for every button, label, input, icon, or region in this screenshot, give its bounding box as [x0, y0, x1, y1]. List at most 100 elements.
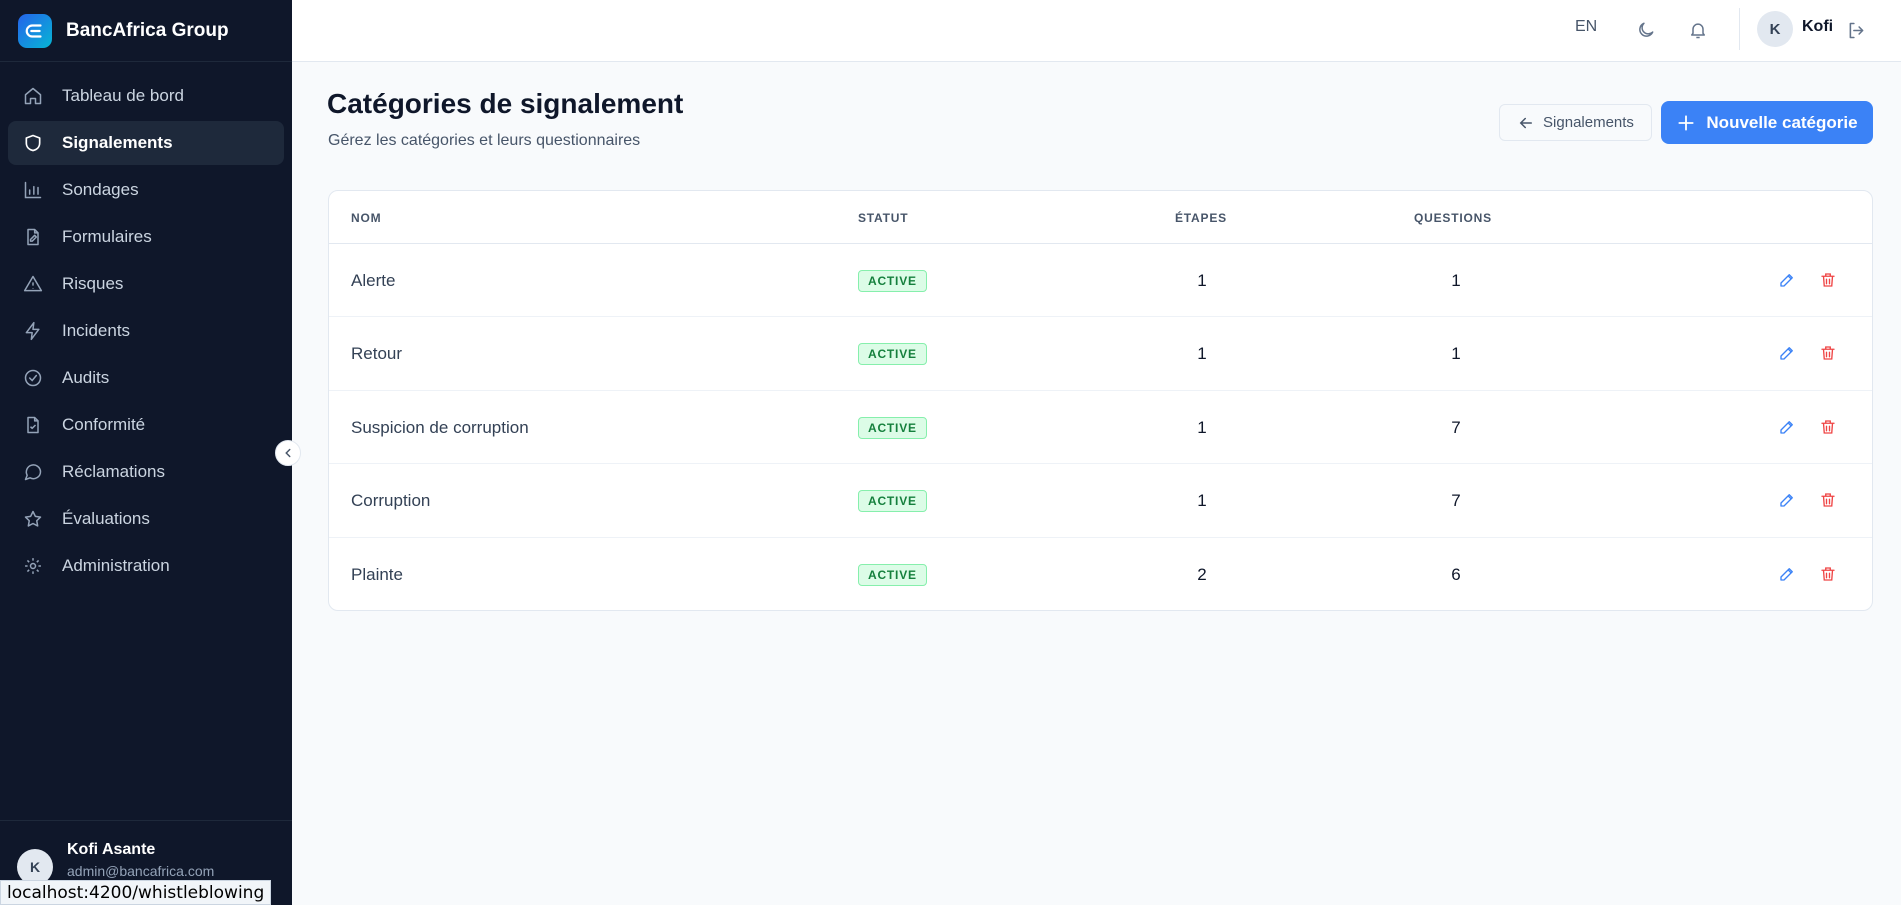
category-name: Suspicion de corruption: [351, 417, 529, 437]
top-bar: EN K Kofi: [292, 0, 1901, 62]
steps-count: 1: [1197, 271, 1207, 290]
sidebar-item-label: Conformité: [62, 415, 146, 434]
sidebar-item-audits[interactable]: Audits: [8, 356, 284, 400]
sidebar-item-conformite[interactable]: Conformité: [8, 403, 284, 447]
status-badge: ACTIVE: [858, 416, 927, 439]
column-header-status: STATUT: [858, 211, 909, 225]
sidebar-item-incidents[interactable]: Incidents: [8, 309, 284, 353]
home-icon: [22, 85, 44, 107]
sidebar-item-sondages[interactable]: Sondages: [8, 168, 284, 212]
column-header-steps: ÉTAPES: [1175, 211, 1227, 225]
category-name: Alerte: [351, 271, 396, 290]
categories-table: NOM STATUT ÉTAPES QUESTIONS Alerte ACTIV…: [328, 190, 1873, 611]
gear-icon: [22, 555, 44, 577]
questions-count: 1: [1451, 271, 1461, 290]
language-toggle[interactable]: EN: [1575, 18, 1597, 36]
plus-icon: [1678, 114, 1694, 131]
category-name: Corruption: [351, 491, 431, 511]
table-row: Alerte ACTIVE 1 1: [329, 244, 1872, 318]
sidebar-nav: Tableau de bord Signalements Sondages Fo…: [0, 62, 292, 588]
chevron-left-icon: [285, 448, 291, 458]
edit-icon[interactable]: [1775, 268, 1799, 292]
trash-icon[interactable]: [1816, 268, 1840, 292]
sidebar-item-label: Évaluations: [62, 509, 150, 528]
table-row: Plainte ACTIVE 2 6: [329, 538, 1872, 610]
sidebar-collapse-button[interactable]: [275, 440, 301, 466]
sidebar-item-administration[interactable]: Administration: [8, 544, 284, 588]
questions-count: 6: [1451, 564, 1461, 584]
sidebar-item-dashboard[interactable]: Tableau de bord: [8, 74, 284, 118]
sidebar-item-label: Formulaires: [62, 227, 152, 246]
brand-logo-icon: [18, 13, 52, 48]
check-circle-icon: [22, 367, 44, 389]
table-row: Corruption ACTIVE 1 7: [329, 464, 1872, 538]
questions-count: 7: [1451, 491, 1461, 511]
back-to-signalements-button[interactable]: Signalements: [1499, 104, 1652, 141]
header-divider: [1739, 8, 1740, 50]
file-edit-icon: [22, 226, 44, 248]
steps-count: 1: [1197, 344, 1207, 364]
steps-count: 1: [1197, 491, 1207, 511]
trash-icon[interactable]: [1816, 341, 1840, 365]
file-check-icon: [22, 414, 44, 436]
status-bar-url: localhost:4200/whistleblowing: [0, 880, 272, 905]
status-badge: ACTIVE: [858, 490, 927, 513]
status-badge: ACTIVE: [858, 270, 927, 292]
sidebar-item-label: Tableau de bord: [62, 86, 184, 105]
new-category-label: Nouvelle catégorie: [1706, 112, 1858, 132]
new-category-button[interactable]: Nouvelle catégorie: [1661, 101, 1873, 144]
bell-icon[interactable]: [1685, 17, 1711, 43]
logout-icon[interactable]: [1843, 17, 1869, 43]
shield-icon: [22, 132, 44, 154]
status-badge: ACTIVE: [858, 343, 927, 366]
back-button-label: Signalements: [1543, 114, 1634, 131]
category-name: Retour: [351, 344, 403, 364]
sidebar-item-formulaires[interactable]: Formulaires: [8, 215, 284, 259]
sidebar-item-evaluations[interactable]: Évaluations: [8, 497, 284, 541]
user-email: admin@bancafrica.com: [67, 863, 215, 879]
user-name: Kofi Asante: [67, 841, 156, 858]
sidebar: BancAfrica Group Tableau de bord Signale…: [0, 0, 292, 905]
zap-icon: [22, 320, 44, 342]
sidebar-item-label: Incidents: [62, 321, 131, 340]
brand[interactable]: BancAfrica Group: [0, 0, 292, 62]
sidebar-item-label: Audits: [62, 368, 110, 387]
sidebar-item-label: Administration: [62, 556, 170, 575]
avatar[interactable]: K: [1757, 11, 1793, 47]
edit-icon[interactable]: [1775, 562, 1799, 586]
arrow-left-icon: [1519, 117, 1533, 128]
questions-count: 1: [1451, 344, 1461, 364]
page-subtitle: Gérez les catégories et leurs questionna…: [328, 132, 641, 149]
sidebar-item-reclamations[interactable]: Réclamations: [8, 450, 284, 494]
moon-icon[interactable]: [1633, 17, 1659, 43]
status-badge: ACTIVE: [858, 563, 927, 586]
bar-chart-icon: [22, 179, 44, 201]
steps-count: 2: [1197, 564, 1207, 584]
trash-icon[interactable]: [1816, 415, 1840, 439]
message-icon: [22, 461, 44, 483]
questions-count: 7: [1451, 417, 1461, 437]
page-title: Catégories de signalement: [327, 88, 684, 119]
sidebar-user-info: Kofi Asante admin@bancafrica.com: [67, 841, 214, 879]
trash-icon[interactable]: [1816, 488, 1840, 512]
header-user-name[interactable]: Kofi: [1802, 18, 1833, 36]
sidebar-item-label: Risques: [62, 274, 124, 293]
category-name: Plainte: [351, 564, 403, 584]
edit-icon[interactable]: [1775, 415, 1799, 439]
sidebar-item-label: Signalements: [62, 133, 173, 152]
star-icon: [22, 508, 44, 530]
sidebar-item-risques[interactable]: Risques: [8, 262, 284, 306]
sidebar-item-signalements[interactable]: Signalements: [8, 121, 284, 165]
sidebar-item-label: Réclamations: [62, 462, 165, 481]
table-row: Suspicion de corruption ACTIVE 1 7: [329, 391, 1872, 465]
brand-name: BancAfrica Group: [66, 19, 229, 41]
table-header: NOM STATUT ÉTAPES QUESTIONS: [329, 191, 1872, 244]
steps-count: 1: [1197, 417, 1207, 437]
column-header-name: NOM: [351, 211, 382, 225]
trash-icon[interactable]: [1816, 562, 1840, 586]
column-header-questions: QUESTIONS: [1414, 211, 1492, 225]
alert-triangle-icon: [22, 273, 44, 295]
table-row: Retour ACTIVE 1 1: [329, 317, 1872, 391]
edit-icon[interactable]: [1775, 488, 1799, 512]
edit-icon[interactable]: [1775, 341, 1799, 365]
